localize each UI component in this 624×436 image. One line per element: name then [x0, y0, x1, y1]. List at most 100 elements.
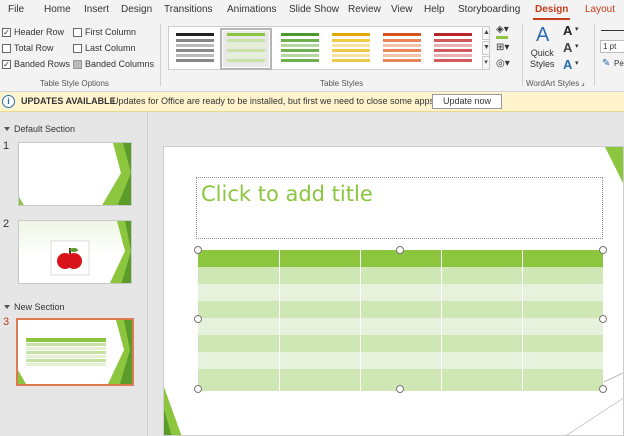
table-styles-gallery [168, 26, 490, 70]
section-default-label: Default Section [14, 124, 76, 134]
header-row-label: Header Row [14, 27, 65, 37]
tab-insert[interactable]: Insert [84, 4, 109, 15]
collapse-triangle-icon [4, 127, 10, 131]
banded-rows-checkbox[interactable]: ✓ Banded Rows [2, 58, 70, 70]
table-row[interactable] [198, 301, 603, 318]
total-row-checkbox[interactable]: Total Row [2, 42, 54, 54]
table-styles-group-label: Table Styles [320, 79, 364, 88]
effects-icon[interactable]: ◎▾ [496, 58, 510, 69]
pen-color-icon[interactable]: ✎ [602, 58, 610, 69]
section-default[interactable]: Default Section [4, 124, 75, 134]
gallery-more-icon[interactable]: ▾ [482, 56, 490, 70]
checkbox-indeterminate-icon [73, 59, 82, 69]
slide-number: 1 [3, 140, 10, 152]
update-now-button[interactable]: Update now [432, 94, 502, 109]
slide-thumbnail-1[interactable] [18, 142, 132, 206]
table-style-green[interactable] [277, 31, 323, 67]
wordart-styles-group-label: WordArt Styles [526, 79, 580, 88]
text-outline-dropdown-icon[interactable]: ▾ [575, 42, 579, 50]
resize-handle-top[interactable] [396, 246, 404, 254]
text-outline-icon[interactable]: A [563, 40, 572, 55]
tab-storyboarding[interactable]: Storyboarding [458, 4, 520, 15]
gallery-scroll-up-icon[interactable]: ▲ [482, 26, 490, 40]
slide-thumbnail-3[interactable] [16, 318, 134, 386]
slide-number: 2 [3, 218, 10, 230]
table-row[interactable] [198, 352, 603, 369]
update-notification-bar: i UPDATES AVAILABLE Updates for Office a… [0, 92, 624, 112]
slide-table[interactable] [198, 250, 603, 391]
text-effects-icon[interactable]: A [563, 57, 572, 72]
table-row[interactable] [198, 335, 603, 352]
shading-color-bar [496, 36, 508, 39]
text-fill-icon[interactable]: A [563, 23, 572, 38]
title-placeholder-text: Click to add title [201, 182, 373, 206]
info-icon: i [2, 95, 15, 108]
tab-table-design[interactable]: Design [532, 4, 571, 20]
current-slide[interactable]: Click to add title [163, 146, 624, 436]
tab-transitions[interactable]: Transitions [164, 4, 213, 15]
banded-rows-label: Banded Rows [14, 59, 71, 69]
dialog-launcher-icon[interactable]: ⌟ [581, 78, 585, 87]
table-column-divider [279, 250, 280, 391]
tab-view[interactable]: View [391, 4, 413, 15]
table-column-divider [441, 250, 442, 391]
shading-icon[interactable]: ◈▾ [496, 24, 509, 35]
pen-weight-dropdown[interactable]: 1 pt [600, 40, 624, 53]
resize-handle-top-left[interactable] [194, 246, 202, 254]
banded-columns-checkbox[interactable]: Banded Columns [73, 58, 154, 70]
tab-home[interactable]: Home [44, 4, 71, 15]
tab-slide-show[interactable]: Slide Show [289, 4, 339, 15]
header-row-checkbox[interactable]: ✓ Header Row [2, 26, 64, 38]
resize-handle-bottom[interactable] [396, 385, 404, 393]
checkbox-unchecked-icon [73, 43, 82, 53]
tab-file[interactable]: File [8, 4, 24, 15]
table-column-divider [360, 250, 361, 391]
gallery-scroll-down-icon[interactable]: ▼ [482, 41, 490, 55]
quick-styles-label-line2: Styles [530, 59, 555, 69]
slide-2-preview [50, 221, 131, 283]
tab-help[interactable]: Help [424, 4, 445, 15]
tab-design[interactable]: Design [121, 4, 152, 15]
update-message: Updates for Office are ready to be insta… [112, 96, 437, 106]
resize-handle-bottom-left[interactable] [194, 385, 202, 393]
checkbox-unchecked-icon [73, 27, 82, 37]
section-new[interactable]: New Section [4, 302, 65, 312]
pen-color-label[interactable]: Pe [614, 59, 624, 68]
slide-3-preview [18, 320, 132, 384]
resize-handle-left[interactable] [194, 315, 202, 323]
slide-thumbnail-pane: Default Section 1 2 New Section 3 [0, 112, 148, 436]
table-style-green-light[interactable] [220, 28, 272, 70]
ribbon-separator [522, 24, 523, 86]
slide-1-preview [19, 143, 131, 205]
first-column-checkbox[interactable]: First Column [73, 26, 136, 38]
resize-handle-right[interactable] [599, 315, 607, 323]
ribbon-separator [594, 24, 595, 86]
table-style-options-group-label: Table Style Options [40, 79, 109, 88]
table-style-yellow[interactable] [328, 31, 374, 67]
text-effects-dropdown-icon[interactable]: ▾ [575, 59, 579, 67]
table-style-dark[interactable] [172, 31, 218, 67]
tab-review[interactable]: Review [348, 4, 381, 15]
text-fill-dropdown-icon[interactable]: ▾ [575, 25, 579, 33]
tab-animations[interactable]: Animations [227, 4, 276, 15]
pen-weight-value: 1 pt [603, 42, 617, 51]
collapse-triangle-icon [4, 305, 10, 309]
table-row[interactable] [198, 318, 603, 335]
table-column-divider [522, 250, 523, 391]
checkbox-checked-icon: ✓ [2, 27, 11, 37]
resize-handle-top-right[interactable] [599, 246, 607, 254]
quick-styles-button[interactable]: Quick Styles [530, 48, 555, 70]
tab-table-layout[interactable]: Layout [585, 4, 615, 15]
last-column-checkbox[interactable]: Last Column [73, 42, 136, 54]
slide-thumbnail-2[interactable] [18, 220, 132, 284]
resize-handle-bottom-right[interactable] [599, 385, 607, 393]
title-placeholder[interactable]: Click to add title [196, 177, 603, 239]
table-style-red[interactable] [430, 31, 476, 67]
table-row[interactable] [198, 284, 603, 301]
ribbon-tab-bar: File Home Insert Design Transitions Anim… [0, 0, 624, 20]
slide-editing-canvas: Click to add title [149, 112, 624, 436]
quick-styles-icon[interactable]: A [536, 24, 549, 47]
table-style-orange[interactable] [379, 31, 425, 67]
table-row[interactable] [198, 267, 603, 284]
borders-icon[interactable]: ⊞▾ [496, 42, 509, 53]
